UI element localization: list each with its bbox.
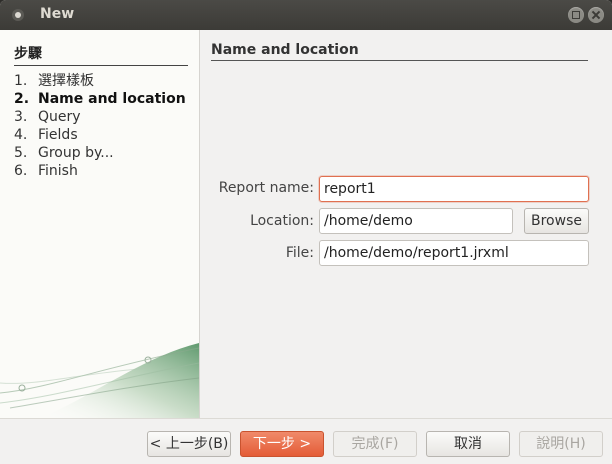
steps-list: 1. 選擇樣板 2. Name and location 3. Query 4. Fie… <box>14 72 186 180</box>
file-label: File: <box>285 245 314 261</box>
step-item: 5. Group by... <box>14 144 186 162</box>
step-item: 3. Query <box>14 108 186 126</box>
back-button[interactable]: < 上一步(B) <box>147 431 231 457</box>
button-bar: < 上一步(B) 下一步 > 完成(F) 取消 說明(H) <box>0 418 612 464</box>
dialog-window: New 步驟 1. 選擇樣板 2. Name and location 3. Quer… <box>0 0 612 464</box>
step-item-active: 2. Name and location <box>14 90 186 108</box>
maximize-icon[interactable] <box>568 7 584 23</box>
close-icon[interactable] <box>588 7 604 23</box>
window-title: New <box>40 6 75 22</box>
browse-button[interactable]: Browse <box>524 208 589 234</box>
step-label: Finish <box>38 163 78 179</box>
file-input[interactable]: /home/demo/report1.jrxml <box>319 240 589 266</box>
step-number: 5. <box>14 145 28 161</box>
report-name-input[interactable]: report1 <box>319 176 589 202</box>
window-menu-icon[interactable] <box>12 9 24 21</box>
step-item: 6. Finish <box>14 162 186 180</box>
steps-title: 步驟 <box>14 43 188 66</box>
step-number: 2. <box>14 91 30 107</box>
finish-button[interactable]: 完成(F) <box>333 431 417 457</box>
cancel-button[interactable]: 取消 <box>426 431 510 457</box>
step-item: 1. 選擇樣板 <box>14 72 186 90</box>
location-label: Location: <box>250 213 314 229</box>
step-label: Group by... <box>38 145 114 161</box>
main-panel: Name and location Report name: report1 L… <box>200 30 612 418</box>
step-label: Query <box>38 109 81 125</box>
next-button[interactable]: 下一步 > <box>240 431 324 457</box>
step-label: Fields <box>38 127 78 143</box>
step-number: 1. <box>14 73 28 89</box>
help-button[interactable]: 說明(H) <box>519 431 603 457</box>
report-name-label: Report name: <box>218 180 314 196</box>
location-input[interactable]: /home/demo <box>319 208 513 234</box>
step-number: 6. <box>14 163 28 179</box>
titlebar: New <box>0 0 612 30</box>
steps-sidebar: 步驟 1. 選擇樣板 2. Name and location 3. Query 4.… <box>0 30 200 418</box>
step-number: 4. <box>14 127 28 143</box>
decorative-swirl-art <box>0 343 199 418</box>
step-number: 3. <box>14 109 28 125</box>
step-label: Name and location <box>38 91 186 107</box>
section-title: Name and location <box>211 42 588 61</box>
step-item: 4. Fields <box>14 126 186 144</box>
step-label: 選擇樣板 <box>38 73 94 89</box>
